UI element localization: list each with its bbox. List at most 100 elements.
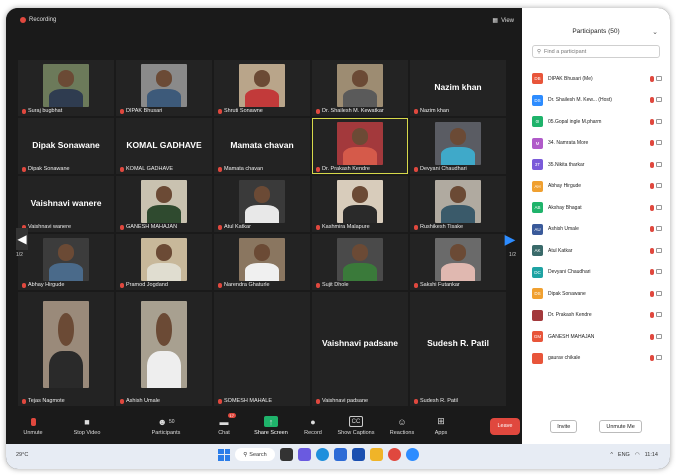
participant-row[interactable]: AU Ashish Umale <box>532 219 662 241</box>
unmute-button[interactable]: Unmute <box>20 416 46 436</box>
tile-name-label: Abhay Hirgude <box>22 282 64 288</box>
participant-name: Ashish Umale <box>548 226 579 233</box>
invite-button[interactable]: Invite <box>550 420 578 433</box>
video-tile[interactable]: Mamata chavan Mamata chavan <box>214 118 310 174</box>
tile-participant-name: Rushikesh Tisake <box>420 224 464 230</box>
video-tile[interactable]: Sujit Dhole <box>312 234 408 290</box>
mic-muted-icon <box>316 108 320 114</box>
wifi-icon[interactable]: ◠ <box>635 452 640 458</box>
video-tile[interactable]: Sudesh R. Patil Sudesh R. Patil <box>410 292 506 406</box>
participants-button[interactable]: ☻ 50 Participants <box>138 416 194 437</box>
word-app-icon[interactable] <box>352 448 365 461</box>
next-page-button[interactable]: ▶ <box>504 228 516 250</box>
video-camera-icon <box>656 312 662 318</box>
participant-row[interactable]: 3T 35.Nikita tharkar <box>532 154 662 176</box>
participant-head <box>351 70 369 87</box>
video-tile[interactable]: DIPAK Bhusari <box>116 60 212 116</box>
participant-video <box>140 180 188 224</box>
video-tile[interactable]: Vaishnavi wanere Vaishnavi wanere <box>18 176 114 232</box>
video-tile[interactable]: Dr. Prakash Kendre <box>312 118 408 174</box>
participant-status-icons <box>646 312 662 319</box>
video-app-icon[interactable] <box>298 448 311 461</box>
video-tile[interactable]: GANESH MAHAJAN <box>116 176 212 232</box>
tile-name-label: Dr. Shailesh M. Kewatkar <box>316 108 384 114</box>
video-tile[interactable]: Nazim khan Nazim khan <box>410 60 506 116</box>
edge-browser-icon[interactable] <box>316 448 329 461</box>
participant-row[interactable]: Dr. Prakash Kendre <box>532 305 662 327</box>
participant-head <box>155 244 173 261</box>
windows-start-icon[interactable] <box>218 448 230 461</box>
participant-video <box>238 64 286 108</box>
record-button[interactable]: ● Record <box>298 416 328 437</box>
participant-row[interactable]: AB Akshay Bhagat <box>532 197 662 219</box>
participant-row[interactable]: AK Atul Katkar <box>532 240 662 262</box>
participant-row[interactable]: AH Abhay Hirgude <box>532 176 662 198</box>
mic-muted-icon <box>120 398 124 404</box>
previous-page-button[interactable]: ◀ <box>16 228 28 250</box>
share-screen-button[interactable]: ↑ Share Screen <box>248 416 294 436</box>
reactions-button[interactable]: ☺ Reactions <box>384 416 420 437</box>
file-explorer-icon[interactable] <box>370 448 383 461</box>
video-tile[interactable]: Abhay Hirgude <box>18 234 114 290</box>
participant-row[interactable]: DC Devyani Chaudhari <box>532 262 662 284</box>
participant-row[interactable]: gaurav chikale <box>532 348 662 370</box>
tile-participant-name: Vaishnavi wanere <box>28 224 72 230</box>
taskbar-search-button[interactable]: ⚲ Search <box>235 448 275 461</box>
participant-body <box>441 263 475 282</box>
mic-muted-icon <box>650 290 654 297</box>
tray-language[interactable]: ENG <box>618 452 630 458</box>
weather-widget[interactable]: 29°C <box>16 452 28 458</box>
participant-body <box>441 147 475 166</box>
tile-name-label: Suraj bugbhat <box>22 108 62 114</box>
participant-body <box>245 205 279 224</box>
video-tile[interactable]: Tejas Nagmote <box>18 292 114 406</box>
participant-row[interactable]: DS Dr. Shailesh M. Kew... (Host) <box>532 90 662 112</box>
panel-options-icon[interactable]: ⌄ <box>652 28 658 36</box>
chat-label: Chat <box>218 430 230 436</box>
video-tile[interactable]: Rushikesh Tisake <box>410 176 506 232</box>
tile-display-name: Vaishnavi wanere <box>30 198 102 209</box>
participant-row[interactable]: DB DIPAK Bhusari (Me) <box>532 68 662 90</box>
unmute-me-button[interactable]: Unmute Me <box>599 420 642 433</box>
video-tile[interactable]: Vaishnavi padsane Vaishnavi padsane <box>312 292 408 406</box>
video-tile[interactable]: Suraj bugbhat <box>18 60 114 116</box>
participant-video <box>336 122 384 166</box>
view-button[interactable]: ▦ View <box>492 17 514 25</box>
task-view-icon[interactable] <box>280 448 293 461</box>
apps-icon: ⊞ <box>437 416 445 426</box>
video-camera-icon <box>656 290 662 296</box>
share-screen-label: Share Screen <box>254 430 288 436</box>
show-captions-button[interactable]: CC Show Captions <box>332 416 380 436</box>
zoom-app-icon[interactable] <box>406 448 419 461</box>
tray-time[interactable]: 11:14 <box>645 452 658 458</box>
video-tile[interactable]: Dipak Sonawane Dipak Sonawane <box>18 118 114 174</box>
participant-status-icons <box>646 161 662 168</box>
mic-muted-icon <box>650 97 654 104</box>
participant-row[interactable]: DS Dipak Sonawane <box>532 283 662 305</box>
participant-row[interactable]: M 34. Namrata More <box>532 133 662 155</box>
participant-row[interactable]: 0I 05.Gopal ingle M.pharm <box>532 111 662 133</box>
leave-button[interactable]: Leave <box>490 417 520 435</box>
video-tile[interactable]: Narendra Ghaturle <box>214 234 310 290</box>
chrome-browser-icon[interactable] <box>388 448 401 461</box>
video-tile[interactable]: Atul Katkar <box>214 176 310 232</box>
chat-button[interactable]: ▬ 17 Chat <box>204 413 244 436</box>
video-tile[interactable]: Sakshi Futankar <box>410 234 506 290</box>
video-tile[interactable]: KOMAL GADHAVE KOMAL GADHAVE <box>116 118 212 174</box>
page-indicator-left: 1/2 <box>16 252 23 258</box>
video-tile[interactable]: Kashmira Malapure <box>312 176 408 232</box>
video-tile[interactable]: Dr. Shailesh M. Kewatkar <box>312 60 408 116</box>
participants-panel-title: Participants (50) <box>572 28 620 35</box>
store-icon[interactable] <box>334 448 347 461</box>
video-tile[interactable]: Shruti Sonawne <box>214 60 310 116</box>
participant-search-input[interactable]: ⚲ Find a participant <box>532 45 660 58</box>
video-tile[interactable]: Devyani Chaudhari <box>410 118 506 174</box>
stop-video-button[interactable]: ■ Stop Video <box>52 416 122 437</box>
participant-row[interactable]: GM GANESH MAHAJAN <box>532 326 662 348</box>
recording-indicator[interactable]: Recording <box>20 17 56 23</box>
chevron-up-icon[interactable]: ^ <box>610 452 613 458</box>
video-tile[interactable]: Ashish Umale <box>116 292 212 406</box>
video-tile[interactable]: SOMESH MAHALE <box>214 292 310 406</box>
apps-button[interactable]: ⊞ Apps <box>426 416 456 436</box>
video-tile[interactable]: Pramod Jogdand <box>116 234 212 290</box>
